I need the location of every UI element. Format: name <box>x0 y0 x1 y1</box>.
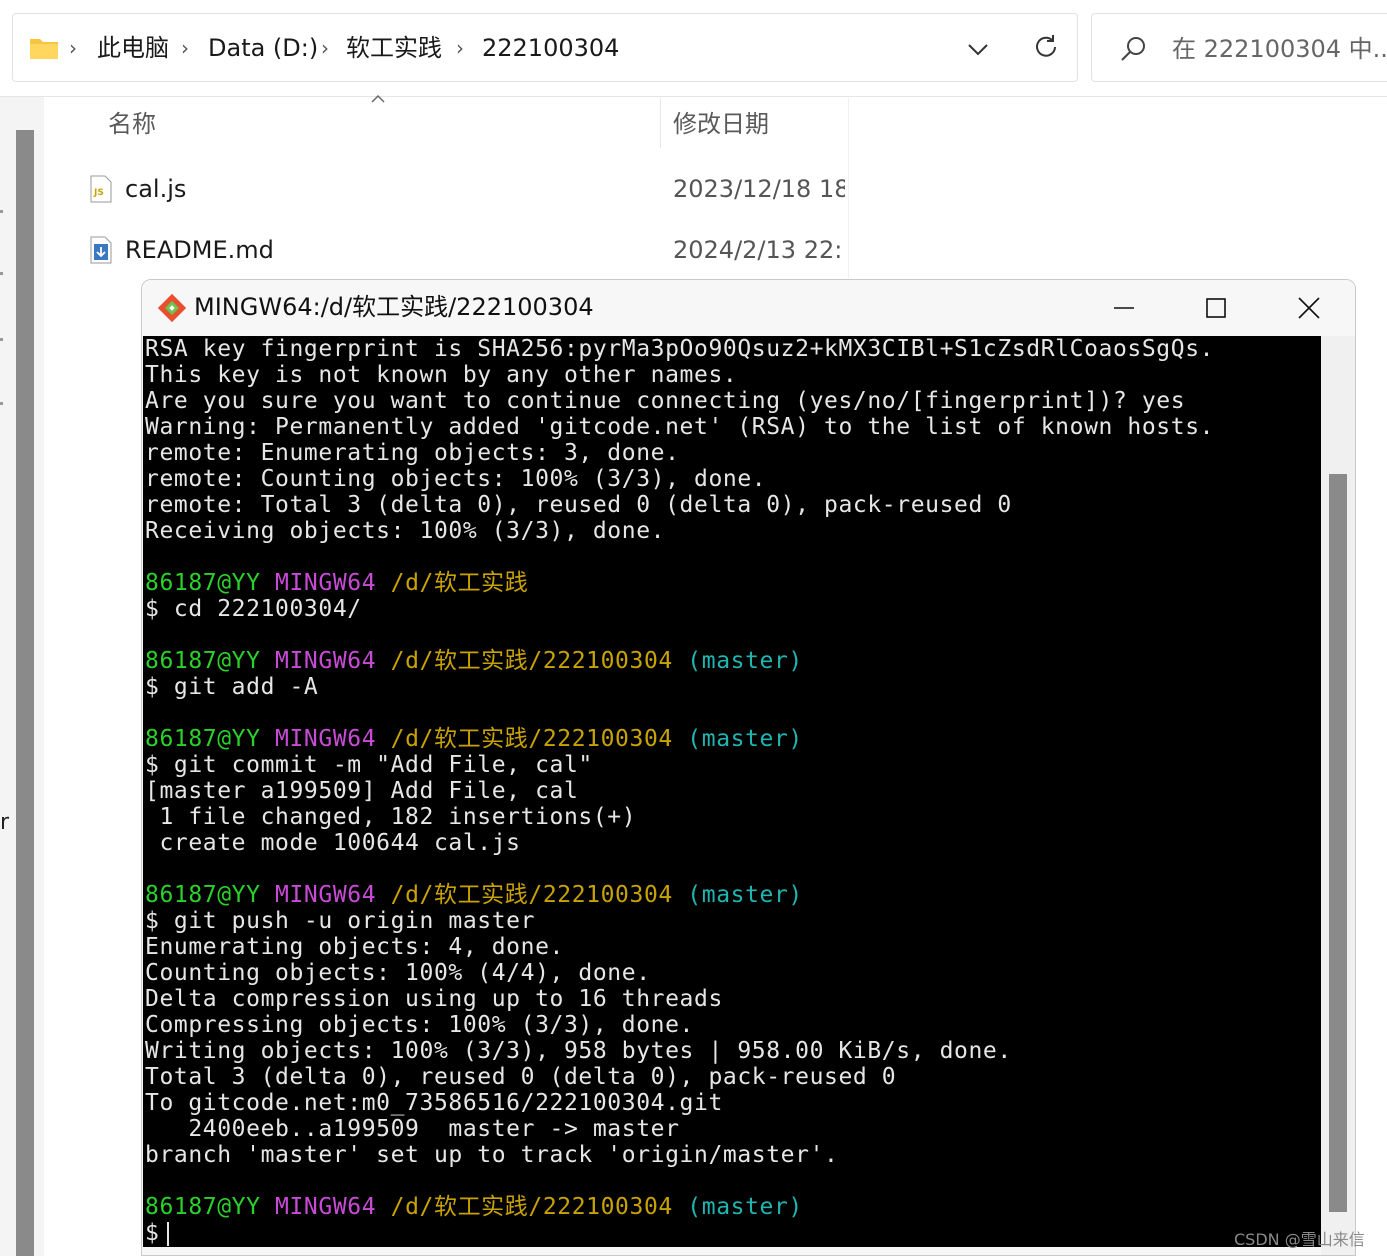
prompt-path: /d/软工实践/222100304 <box>390 648 673 674</box>
search-placeholder: 在 222100304 中... <box>1172 35 1387 63</box>
terminal-line: Compressing objects: 100% (3/3), done. <box>145 1012 694 1038</box>
terminal-line: remote: Enumerating objects: 3, done. <box>145 440 680 466</box>
breadcrumb-this-pc[interactable]: 此电脑 <box>97 30 169 66</box>
terminal-line: Receiving objects: 100% (3/3), done. <box>145 518 666 544</box>
prompt-line: 86187@YY MINGW64 /d/软工实践/222100304 (mast… <box>145 1194 803 1220</box>
text-cursor <box>167 1221 170 1246</box>
chevron-right-icon: › <box>456 36 464 60</box>
terminal-line: Writing objects: 100% (3/3), 958 bytes |… <box>145 1038 1012 1064</box>
terminal-line: create mode 100644 cal.js <box>145 830 521 856</box>
column-divider <box>848 98 849 278</box>
terminal-line: Are you sure you want to continue connec… <box>145 388 1186 414</box>
prompt-host: MINGW64 <box>275 1194 377 1220</box>
prompt-line: 86187@YY MINGW64 /d/软工实践/222100304 (mast… <box>145 648 803 674</box>
column-header-modified[interactable]: 修改日期 <box>673 106 769 142</box>
refresh-icon[interactable] <box>1031 32 1061 62</box>
minimize-icon[interactable] <box>1094 288 1154 328</box>
prompt-user: 86187@YY <box>145 726 261 752</box>
prompt-path: /d/软工实践 <box>390 570 529 596</box>
prompt-host: MINGW64 <box>275 648 377 674</box>
terminal-line: This key is not known by any other names… <box>145 362 738 388</box>
prompt-user: 86187@YY <box>145 648 261 674</box>
js-file-icon: JS <box>90 175 112 203</box>
command-line: $ cd 222100304/ <box>145 596 362 622</box>
prompt-host: MINGW64 <box>275 570 377 596</box>
chevron-right-icon: › <box>69 36 77 60</box>
column-divider[interactable] <box>660 98 661 148</box>
terminal-titlebar[interactable]: MINGW64:/d/软工实践/222100304 <box>142 280 1355 336</box>
scrollbar-thumb[interactable] <box>1329 474 1347 1212</box>
terminal-line: 2400eeb..a199509 master -> master <box>145 1116 680 1142</box>
watermark: CSDN @雪山来信 <box>1234 1230 1365 1249</box>
prompt-path: /d/软工实践/222100304 <box>390 882 673 908</box>
terminal-line: [master a199509] Add File, cal <box>145 778 579 804</box>
prompt-path: /d/软工实践/222100304 <box>390 726 673 752</box>
chevron-right-icon: › <box>181 36 189 60</box>
prompt-user: 86187@YY <box>145 1194 261 1220</box>
prompt-branch: (master) <box>687 1194 803 1220</box>
prompt-host: MINGW64 <box>275 882 377 908</box>
folder-icon <box>30 39 58 59</box>
terminal-line: Total 3 (delta 0), reused 0 (delta 0), p… <box>145 1064 897 1090</box>
prompt-host: MINGW64 <box>275 726 377 752</box>
command-line: $ git commit -m "Add File, cal" <box>145 752 593 778</box>
terminal-line: remote: Counting objects: 100% (3/3), do… <box>145 466 767 492</box>
prompt-line: 86187@YY MINGW64 /d/软工实践/222100304 (mast… <box>145 726 803 752</box>
terminal-line: Enumerating objects: 4, done. <box>145 934 564 960</box>
git-bash-icon <box>157 293 187 323</box>
terminal-line: remote: Total 3 (delta 0), reused 0 (del… <box>145 492 1012 518</box>
terminal-line: Warning: Permanently added 'gitcode.net'… <box>145 414 1215 440</box>
prompt-branch: (master) <box>687 648 803 674</box>
prompt-user: 86187@YY <box>145 570 261 596</box>
address-bar[interactable]: › 此电脑 › Data (D:) › 软工实践 › 222100304 <box>12 13 1078 82</box>
breadcrumb-data-drive[interactable]: Data (D:) <box>208 30 318 66</box>
maximize-icon[interactable] <box>1186 288 1246 328</box>
terminal-line: Delta compression using up to 16 threads <box>145 986 723 1012</box>
breadcrumb-current-folder[interactable]: 222100304 <box>482 30 619 66</box>
chevron-right-icon: › <box>321 36 329 60</box>
divider <box>0 272 3 275</box>
navigation-scrollbar[interactable] <box>16 130 34 1256</box>
terminal-line: RSA key fingerprint is SHA256:pyrMa3pOo9… <box>145 336 1215 362</box>
command-line: $ git push -u origin master <box>145 908 536 934</box>
close-icon[interactable] <box>1278 288 1338 328</box>
prompt-symbol: $ <box>145 1220 160 1246</box>
svg-text:JS: JS <box>93 188 104 198</box>
prompt-branch: (master) <box>687 726 803 752</box>
terminal-output[interactable]: RSA key fingerprint is SHA256:pyrMa3pOo9… <box>143 336 1321 1247</box>
divider <box>0 96 1387 97</box>
file-name[interactable]: cal.js <box>125 171 186 207</box>
file-modified-date: 2023/12/18 18: <box>673 175 845 203</box>
breadcrumb-folder[interactable]: 软工实践 <box>346 30 442 66</box>
prompt-path: /d/软工实践/222100304 <box>390 1194 673 1220</box>
terminal-title: MINGW64:/d/软工实践/222100304 <box>194 293 594 321</box>
chevron-down-icon[interactable] <box>963 34 993 64</box>
nav-item-fragment: r <box>0 810 10 835</box>
command-line: $ git add -A <box>145 674 319 700</box>
file-modified-date: 2024/2/13 22:1 <box>673 236 845 264</box>
search-icon <box>1121 37 1145 61</box>
divider <box>0 402 3 405</box>
sort-ascending-icon <box>371 94 385 103</box>
prompt-branch: (master) <box>687 882 803 908</box>
terminal-line: 1 file changed, 182 insertions(+) <box>145 804 637 830</box>
prompt-user: 86187@YY <box>145 882 261 908</box>
md-file-icon <box>90 236 112 264</box>
terminal-line: Counting objects: 100% (4/4), done. <box>145 960 651 986</box>
terminal-scrollbar[interactable] <box>1321 336 1355 1255</box>
command-input-line[interactable]: $ <box>145 1220 170 1246</box>
terminal-window[interactable]: MINGW64:/d/软工实践/222100304 RSA key finger… <box>141 279 1356 1256</box>
divider <box>0 210 3 213</box>
column-header-name[interactable]: 名称 <box>108 106 156 142</box>
divider <box>0 338 3 341</box>
terminal-line: To gitcode.net:m0_73586516/222100304.git <box>145 1090 723 1116</box>
terminal-line: branch 'master' set up to track 'origin/… <box>145 1142 839 1168</box>
prompt-line: 86187@YY MINGW64 /d/软工实践 <box>145 570 528 596</box>
search-box[interactable]: 在 222100304 中... <box>1091 13 1387 82</box>
prompt-line: 86187@YY MINGW64 /d/软工实践/222100304 (mast… <box>145 882 803 908</box>
file-name[interactable]: README.md <box>125 232 274 268</box>
